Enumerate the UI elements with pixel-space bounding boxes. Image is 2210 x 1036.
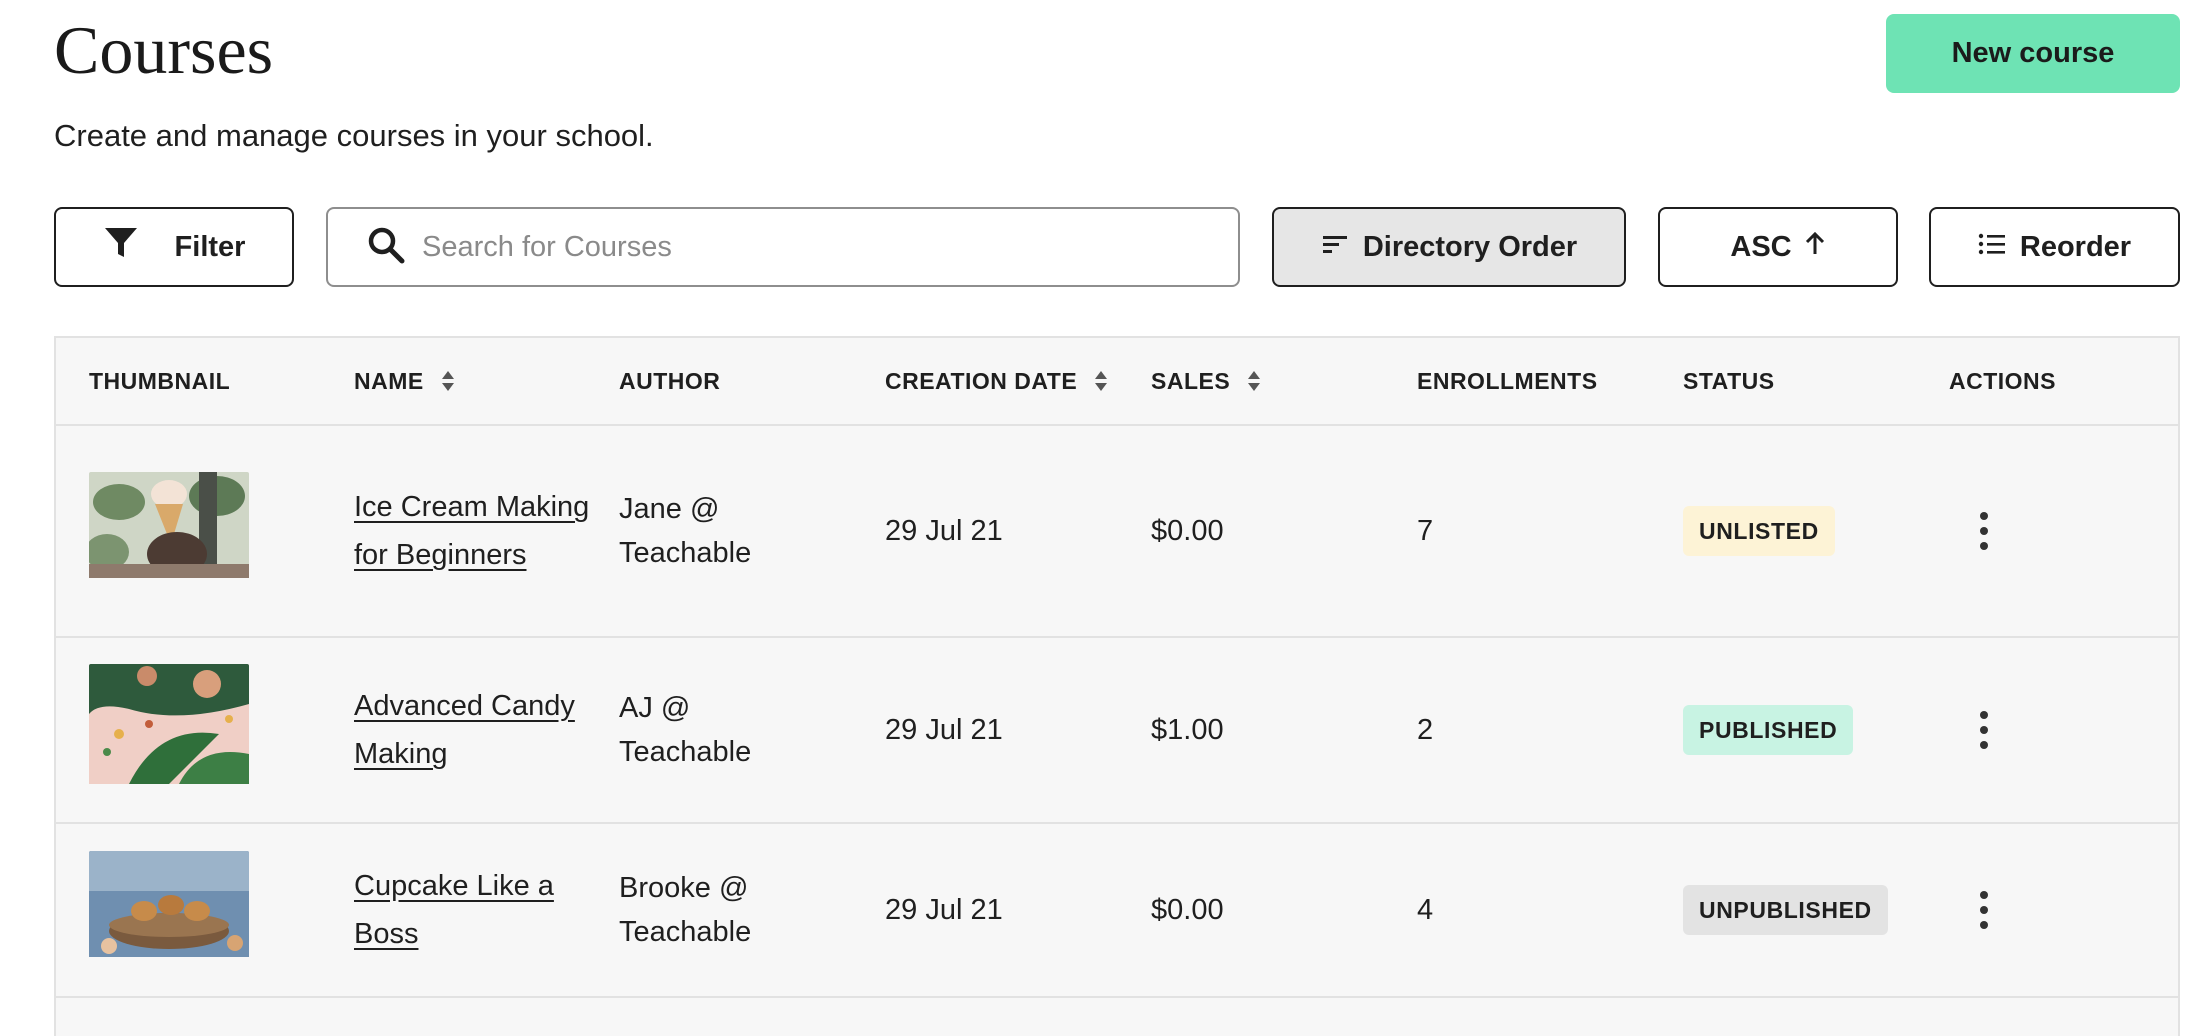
author-cell: Jane @ Teachable — [619, 426, 751, 636]
status-cell: PUBLISHED — [1683, 638, 1854, 822]
author-school: Teachable — [619, 916, 752, 948]
status-badge: UNLISTED — [1683, 506, 1835, 556]
column-creation-date-label: CREATION DATE — [885, 367, 1078, 394]
column-actions-label: ACTIONS — [1949, 367, 2056, 394]
reorder-label: Reorder — [2019, 230, 2132, 263]
directory-order-label: Directory Order — [1362, 230, 1578, 263]
enrollments-cell: 7 — [1417, 515, 1434, 547]
status-cell: UNLISTED — [1683, 426, 1835, 636]
creation-date-cell: 29 Jul 21 — [885, 515, 1003, 547]
sales-cell: $0.00 — [1151, 515, 1224, 547]
table-row: Cupcake Like a Boss Brooke @ Teachable 2… — [56, 824, 2178, 998]
author-name: Jane @ — [619, 493, 720, 525]
ice-cream-thumbnail-image — [89, 471, 249, 591]
course-name-cell: Cupcake Like a Boss — [354, 824, 594, 996]
author-name: Brooke @ — [619, 872, 749, 904]
enrollments-cell: 4 — [1417, 894, 1434, 926]
course-name-link[interactable]: Ice Cream Making for Beginners — [354, 483, 594, 579]
page-title: Courses — [54, 12, 274, 88]
kebab-menu-icon[interactable] — [1968, 885, 2000, 935]
column-actions: ACTIONS — [1949, 338, 2056, 424]
candy-thumbnail-image — [89, 663, 249, 797]
course-name-cell: Advanced Candy Making — [354, 638, 594, 822]
table-header: THUMBNAIL NAME AUTHOR CREATION DATE SALE… — [56, 338, 2178, 426]
filter-label: Filter — [174, 230, 246, 263]
author-school: Teachable — [619, 537, 752, 569]
column-thumbnail-label: THUMBNAIL — [89, 367, 231, 394]
sort-direction-button[interactable]: ASC — [1658, 207, 1898, 287]
courses-page: Courses Create and manage courses in you… — [0, 0, 2210, 1036]
list-icon — [1978, 231, 2006, 264]
sort-toggle-icon[interactable] — [1095, 371, 1108, 391]
author-cell: AJ @ Teachable — [619, 638, 751, 822]
author-school: Teachable — [619, 736, 752, 768]
directory-order-button[interactable]: Directory Order — [1272, 207, 1626, 287]
actions-cell — [1968, 824, 2000, 996]
sort-direction-label: ASC — [1730, 230, 1792, 263]
filter-button[interactable]: Filter — [54, 207, 294, 287]
author-cell: Brooke @ Teachable — [619, 824, 751, 996]
column-author: AUTHOR — [619, 338, 720, 424]
actions-cell — [1968, 426, 2000, 636]
column-sales-label: SALES — [1151, 367, 1231, 394]
reorder-button[interactable]: Reorder — [1929, 207, 2180, 287]
enrollments-cell: 2 — [1417, 714, 1434, 746]
column-enrollments: ENROLLMENTS — [1417, 338, 1598, 424]
course-thumbnail[interactable] — [89, 638, 249, 822]
course-name-link[interactable]: Cupcake Like a Boss — [354, 862, 594, 958]
sort-toggle-icon[interactable] — [1248, 371, 1261, 391]
column-status-label: STATUS — [1683, 367, 1775, 394]
new-course-button[interactable]: New course — [1886, 14, 2180, 93]
course-thumbnail[interactable] — [89, 426, 249, 636]
filter-funnel-icon — [103, 226, 139, 268]
search-icon — [366, 225, 406, 270]
kebab-menu-icon[interactable] — [1968, 705, 2000, 755]
status-badge: PUBLISHED — [1683, 705, 1854, 755]
column-author-label: AUTHOR — [619, 367, 721, 394]
column-thumbnail: THUMBNAIL — [89, 338, 230, 424]
status-badge: UNPUBLISHED — [1683, 885, 1888, 935]
sales-cell: $0.00 — [1151, 894, 1224, 926]
course-thumbnail[interactable] — [89, 824, 249, 996]
sort-lines-icon — [1321, 231, 1349, 264]
search-input[interactable] — [420, 229, 1224, 265]
kebab-menu-icon[interactable] — [1968, 506, 2000, 556]
courses-table: THUMBNAIL NAME AUTHOR CREATION DATE SALE… — [54, 336, 2180, 1036]
column-creation-date[interactable]: CREATION DATE — [885, 338, 1108, 424]
author-name: AJ @ — [619, 692, 691, 724]
course-name-cell: Ice Cream Making for Beginners — [354, 426, 594, 636]
column-status: STATUS — [1683, 338, 1775, 424]
table-row: Ice Cream Making for Beginners Jane @ Te… — [56, 426, 2178, 638]
arrow-up-icon — [1804, 230, 1826, 264]
status-cell: UNPUBLISHED — [1683, 824, 1888, 996]
sort-toggle-icon[interactable] — [441, 371, 454, 391]
page-subtitle: Create and manage courses in your school… — [54, 118, 654, 153]
creation-date-cell: 29 Jul 21 — [885, 894, 1003, 926]
course-name-link[interactable]: Advanced Candy Making — [354, 682, 594, 778]
cupcake-thumbnail-image — [89, 850, 249, 970]
column-name[interactable]: NAME — [354, 338, 454, 424]
column-enrollments-label: ENROLLMENTS — [1417, 367, 1598, 394]
creation-date-cell: 29 Jul 21 — [885, 714, 1003, 746]
search-box[interactable] — [326, 207, 1240, 287]
column-name-label: NAME — [354, 367, 424, 394]
table-row: Advanced Candy Making AJ @ Teachable 29 … — [56, 638, 2178, 824]
column-sales[interactable]: SALES — [1151, 338, 1261, 424]
sales-cell: $1.00 — [1151, 714, 1224, 746]
actions-cell — [1968, 638, 2000, 822]
